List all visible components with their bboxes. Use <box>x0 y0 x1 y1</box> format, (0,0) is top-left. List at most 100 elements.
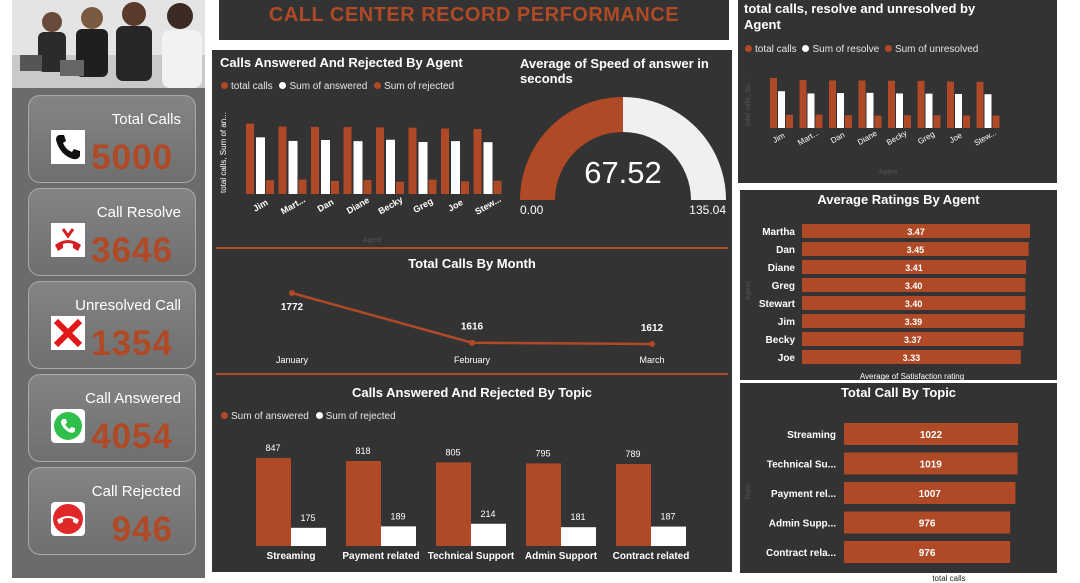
x-tick-label: Stew... <box>973 128 998 148</box>
bar-rejected <box>651 526 686 546</box>
kpi-card-call-answered: Call Answered 4054 <box>28 374 196 462</box>
x-tick-label: February <box>454 355 491 365</box>
bar-total-calls <box>917 80 925 128</box>
data-label: 3.45 <box>907 245 925 255</box>
legend-item: Sum of resolve <box>802 44 879 55</box>
bar-sum-of-rejected <box>461 181 469 194</box>
kpi-label: Call Resolve <box>96 204 181 221</box>
bar-total-calls <box>858 80 866 128</box>
page-title: CALL CENTER RECORD PERFORMANCE <box>268 4 680 26</box>
y-tick-label: Joe <box>778 353 796 364</box>
y-tick-label: Admin Supp... <box>769 519 836 530</box>
x-tick-label: Greg <box>916 129 936 146</box>
x-axis-label: total calls <box>932 574 965 583</box>
bar-sum-of-resolve <box>837 93 844 128</box>
bar-total-calls <box>888 80 895 128</box>
y-tick-label: Greg <box>772 281 795 292</box>
gauge-value: 67.52 <box>584 155 662 190</box>
month-point <box>289 290 295 296</box>
bar-sum-of-rejected <box>266 180 274 194</box>
data-label: 789 <box>625 449 640 459</box>
kpi-card-call-resolve: Call Resolve 3646 <box>28 188 196 276</box>
bar-sum-of-answered <box>321 139 330 194</box>
bar-total-calls <box>311 126 319 194</box>
x-tick-label: Streaming <box>267 551 316 562</box>
bar-sum-of-rejected <box>428 179 437 194</box>
gauge-min-label: 0.00 <box>520 203 544 217</box>
data-label: 3.37 <box>904 335 922 345</box>
bar-answered <box>526 463 561 546</box>
bar-sum-of-unresolved <box>933 115 941 128</box>
x-tick-label: Greg <box>411 196 434 215</box>
bar-sum-of-resolve <box>955 93 962 128</box>
x-tick-label: Dan <box>316 197 336 214</box>
bar-sum-of-answered <box>288 140 298 194</box>
bar-sum-of-rejected <box>331 180 339 194</box>
data-label: 181 <box>570 512 585 522</box>
bar-sum-of-rejected <box>493 180 502 194</box>
y-tick-label: Stewart <box>759 299 796 310</box>
data-label: 3.33 <box>903 353 921 363</box>
legend-item: Sum of unresolved <box>884 44 978 55</box>
legend-item: Sum of rejected <box>315 411 396 422</box>
bar-total-calls <box>408 127 417 194</box>
kpi-value: 946 <box>111 510 173 549</box>
bar-sum-of-answered <box>483 142 493 194</box>
ratings-chart-title: Average Ratings By Agent <box>817 192 980 207</box>
y-tick-label: Martha <box>762 227 795 238</box>
y-tick-label: Jim <box>778 317 795 328</box>
x-tick-label: Jim <box>771 131 787 145</box>
data-label: 847 <box>265 443 280 453</box>
bar-sum-of-resolve <box>778 91 785 128</box>
month-chart-title: Total Calls By Month <box>408 256 536 271</box>
bar-sum-of-answered <box>256 137 265 194</box>
legend-item: Sum of rejected <box>374 81 454 92</box>
kpi-label: Call Answered <box>85 390 181 407</box>
ratings-bar-chart: Agent Martha 3.47 Dan 3.45 Diane 3.41 Greg 3.40 S… <box>745 224 1030 381</box>
kpi-card-total-calls: Total Calls 5000 <box>28 95 196 183</box>
data-label: 818 <box>355 446 370 456</box>
speed-gauge: 67.52 0.00 135.04 <box>520 97 726 217</box>
bar-total-calls <box>473 128 482 194</box>
bar-sum-of-unresolved <box>992 115 1000 128</box>
bar-sum-of-answered <box>418 141 428 194</box>
y-axis-label: Agent <box>745 282 752 300</box>
x-tick-label: Becky <box>377 194 405 216</box>
y-axis-label: total calls, Su... <box>745 78 752 126</box>
topic-bar-chart: 847 175 Streaming 818 189 Payment related 805 2… <box>256 443 690 562</box>
legend-item: total calls <box>221 81 273 92</box>
bar-total-calls <box>947 81 954 128</box>
call-center-photo <box>12 0 205 88</box>
data-label: 1022 <box>920 430 943 441</box>
bar-total-calls <box>770 78 777 128</box>
bar-answered <box>616 464 651 546</box>
x-axis-label: Agent <box>363 237 381 244</box>
y-tick-label: Technical Su... <box>767 460 836 471</box>
bar-rejected <box>561 527 596 546</box>
month-line-chart: 1772 January 1616 February 1612 March <box>276 290 665 365</box>
data-label: 3.39 <box>905 317 923 327</box>
data-label: 189 <box>390 511 405 521</box>
x-tick-label: Technical Support <box>428 551 515 562</box>
resolve-chart-legend: total calls Sum of resolve Sum of unreso… <box>745 44 978 55</box>
bar-total-calls <box>829 80 836 128</box>
data-label: 3.41 <box>905 263 923 273</box>
bar-sum-of-resolve <box>866 92 874 128</box>
x-tick-label: Contract related <box>613 551 690 562</box>
x-tick-label: Joe <box>446 197 464 213</box>
y-tick-label: Diane <box>768 263 796 274</box>
divider <box>216 373 728 375</box>
bar-sum-of-answered <box>386 139 395 194</box>
y-tick-label: Contract rela... <box>766 548 836 559</box>
x-tick-label: Diane <box>345 195 371 216</box>
data-label: 976 <box>919 519 936 530</box>
kpi-label: Call Rejected <box>91 483 181 500</box>
bar-sum-of-resolve <box>807 93 815 128</box>
y-tick-label: Becky <box>766 335 796 346</box>
legend-item: total calls <box>745 44 797 55</box>
data-label: 187 <box>660 512 675 522</box>
bar-sum-of-rejected <box>396 181 404 194</box>
data-label: 795 <box>535 448 550 458</box>
x-tick-label: March <box>639 355 664 365</box>
x-tick-label: Dan <box>829 130 846 145</box>
